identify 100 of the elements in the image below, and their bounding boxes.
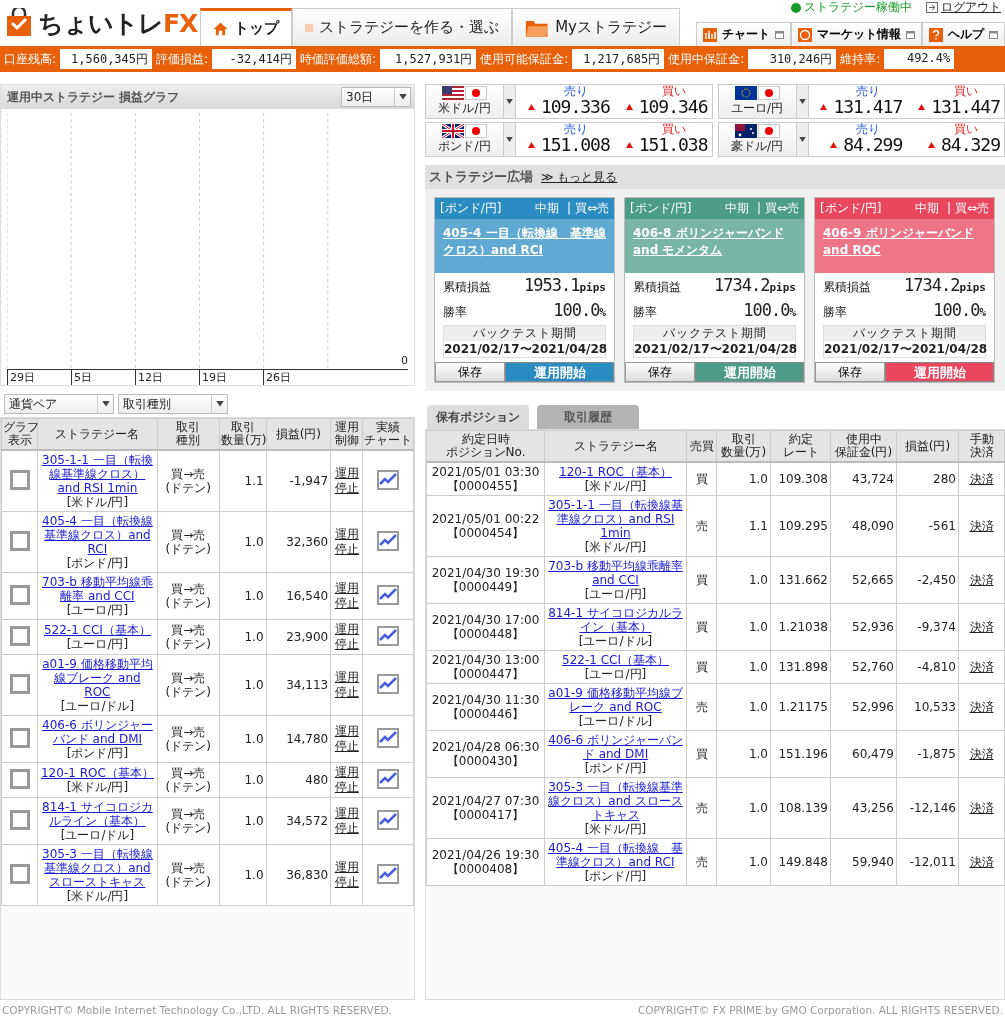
card-term: 中期 [725,200,750,217]
date-text: 2021/04/30 11:30 [430,693,541,707]
position-tab[interactable]: 取引履歴 [537,405,639,429]
column-header-text: ストラテジー名 [572,439,659,453]
settle-link[interactable]: 決済 [969,746,994,762]
settle-link[interactable]: 決済 [969,518,994,534]
strategy-link[interactable]: 814-1 サイコロジカルライン（基本） [547,606,684,634]
strategy-link[interactable]: 120-1 ROC（基本） [39,766,156,780]
utility-button[interactable]: ヘルプ [922,22,1005,46]
table-cell: 32,360 [266,511,331,573]
column-header-text: 決済 [968,446,995,459]
strategy-link[interactable]: 703-b 移動平均線乖離率 and CCI [39,575,156,603]
table-cell: 1.0 [716,730,771,778]
settle-link[interactable]: 決済 [969,699,994,715]
table-cell: 1.21175 [770,683,831,731]
settle-link[interactable]: 決済 [969,800,994,816]
period-select[interactable]: 30日 [341,87,411,107]
card-term: 中期 [535,200,560,217]
position-number: 【0000448】 [445,627,526,641]
strategy-link[interactable]: 305-3 一目（転換線基準線クロス）and スローストキャス [39,847,156,889]
account-value: 1,217,685円 [572,49,665,69]
strategy-link[interactable]: 522-1 CCI（基本） [547,653,684,667]
axis-label: 19日 [199,370,263,385]
line-chart-icon[interactable] [377,530,400,551]
table-cell: -12,011 [896,838,959,886]
line-chart-icon[interactable] [377,727,400,748]
sell-price: 84.299 [843,135,903,154]
save-button[interactable]: 保存 [815,362,885,382]
table-cell: 1.0 [219,511,267,573]
checkbox[interactable] [9,727,30,748]
line-chart-icon[interactable] [377,584,400,605]
strategy-link[interactable]: 703-b 移動平均線乖離率 and CCI [547,559,684,587]
line-chart-icon[interactable] [377,469,400,490]
checkbox[interactable] [9,530,30,551]
table-cell: 59,940 [830,838,897,886]
table-cell: 60,479 [830,730,897,778]
table-cell: 買→売 (ドテン) [157,572,220,620]
utility-button[interactable]: チャート [696,22,791,46]
nav-tab[interactable]: トップ [200,8,292,46]
start-button[interactable]: 運用開始 [505,362,614,382]
checkbox[interactable] [9,584,30,605]
line-chart-icon[interactable] [377,673,400,694]
strategy-link[interactable]: 405-4 一目（転換線基準線クロス）and RCI [39,514,156,556]
table-cell: -2,450 [896,556,959,604]
filter-select[interactable]: 取引種別 [118,394,228,414]
pair-text: [ポンド/円] [65,746,130,760]
save-button[interactable]: 保存 [435,362,505,382]
settle-link[interactable]: 決済 [969,572,994,588]
more-link[interactable]: ≫ もっと見る [541,168,618,186]
start-button[interactable]: 運用開始 [885,362,994,382]
column-header-text: 約定日時 [460,433,511,446]
save-button[interactable]: 保存 [625,362,695,382]
strategy-link[interactable]: a01-9 価格移動平均線ブレーク and ROC [547,686,684,714]
axis-label: 12日 [135,370,199,385]
strategy-link[interactable]: 406-6 ボリンジャーバンド and DMI [39,718,156,746]
checkbox[interactable] [9,768,30,789]
table-cell: 52,760 [830,650,897,684]
sell-price: 131.417 [833,97,903,116]
checkbox[interactable] [9,673,30,694]
checkbox[interactable] [9,469,30,490]
settle-link[interactable]: 決済 [969,619,994,635]
stat-value: 1734.2pips [904,275,986,295]
column-header-text: グラフ [3,421,37,434]
strategy-link[interactable]: 305-1-1 一目（転換線基準線クロス）and RSI 1min [39,453,156,495]
strategy-link[interactable]: 120-1 ROC（基本） [547,465,684,479]
checkbox[interactable] [9,625,30,646]
line-chart-icon[interactable] [377,768,400,789]
copyright-text: COPYRIGHT© Mobile Internet Technology Co.,LTD. ALL RIGHTS RESERVED. [1,1003,393,1018]
position-tab[interactable]: 保有ポジション [427,405,529,429]
sell-price: 151.008 [540,135,610,154]
table-cell: 52,996 [830,683,897,731]
nav-tab[interactable]: ストラテジーを作る・選ぶ [292,8,512,46]
strategy-link[interactable]: 522-1 CCI（基本） [39,623,156,637]
table-cell: 43,256 [830,777,897,839]
utility-button[interactable]: マーケット情報 [791,22,922,46]
account-value: 492.4% [884,49,955,69]
strategy-link[interactable]: 405-4 一目（転換線 基準線クロス）and RCI [547,841,684,869]
axis-label: 29日 [7,370,71,385]
table-cell: -12,146 [896,777,959,839]
table-cell: 買→売 (ドテン) [157,511,220,573]
sell-label: 売り [856,85,882,97]
strategy-link[interactable]: a01-9 価格移動平均線ブレーク and ROC [39,657,156,699]
line-chart-icon[interactable] [377,809,400,830]
period-value: 2021/02/17〜2021/04/28 [634,341,795,357]
strategy-link[interactable]: 305-3 一目（転換線基準線クロス）and スローストキャス [547,780,684,822]
table-cell: -1,875 [896,730,959,778]
line-chart-icon[interactable] [377,863,400,884]
logout-link[interactable]: ログアウト [926,0,1001,16]
strategy-link[interactable]: 406-6 ボリンジャーバンド and DMI [547,733,684,761]
checkbox[interactable] [9,809,30,830]
nav-tab[interactable]: Myストラテジー [512,8,680,46]
filter-select[interactable]: 通貨ペア [4,394,114,414]
strategy-link[interactable]: 305-1-1 一目（転換線基準線クロス）and RSI 1min [547,498,684,540]
line-chart-icon[interactable] [377,625,400,646]
checkbox[interactable] [9,863,30,884]
table-cell: 買 [686,603,717,651]
table-cell: 1.1 [219,450,267,512]
account-value: 1,527,931円 [380,49,477,69]
strategy-link[interactable]: 814-1 サイコロジカルライン（基本） [39,800,156,828]
settle-link[interactable]: 決済 [969,854,994,870]
